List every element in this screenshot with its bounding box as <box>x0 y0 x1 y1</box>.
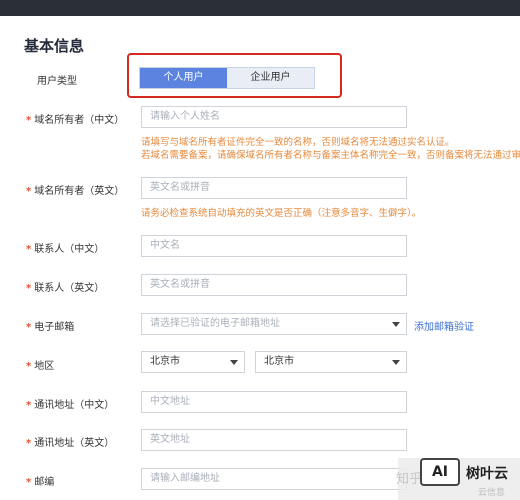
chevron-down-icon <box>230 360 238 365</box>
user-type-toggle: 个人用户 企业用户 <box>139 67 315 89</box>
contact-en-input[interactable]: 英文名或拼音 <box>141 274 407 296</box>
section-title: 基本信息 <box>24 37 85 55</box>
enterprise-user-option[interactable]: 企业用户 <box>227 68 314 88</box>
owner-cn-input[interactable]: 请输入个人姓名 <box>141 106 407 128</box>
owner-cn-hint-2: 若域名需要备案，请确保域名所有者名称与备案主体名称完全一致，否则备案将无法通过审… <box>141 150 520 161</box>
address-en-label-text: 通讯地址（英文） <box>34 438 115 449</box>
address-en-label: * 通讯地址（英文） <box>26 434 114 449</box>
required-mark: * <box>26 400 32 411</box>
address-en-input[interactable]: 英文地址 <box>141 429 407 451</box>
top-navigation-bar <box>0 0 520 16</box>
required-mark: * <box>26 244 32 255</box>
user-type-label: 用户类型 <box>37 76 77 87</box>
email-select[interactable]: 请选择已验证的电子邮箱地址 <box>141 313 407 335</box>
address-cn-label-text: 通讯地址（中文） <box>34 400 115 411</box>
city-select[interactable]: 北京市 <box>255 351 407 373</box>
contact-en-label-text: 联系人（英文） <box>34 283 105 294</box>
city-value: 北京市 <box>264 356 294 367</box>
contact-cn-label: * 联系人（中文） <box>26 240 104 255</box>
owner-en-input[interactable]: 英文名或拼音 <box>141 177 407 199</box>
email-label: * 电子邮箱 <box>26 318 74 333</box>
postcode-input[interactable]: 请输入邮编地址 <box>141 468 407 490</box>
owner-cn-label-text: 域名所有者（中文） <box>34 115 125 126</box>
contact-en-label: * 联系人（英文） <box>26 279 104 294</box>
province-value: 北京市 <box>150 356 180 367</box>
owner-cn-label: * 域名所有者（中文） <box>26 111 124 126</box>
contact-cn-input[interactable]: 中文名 <box>141 235 407 257</box>
watermark-suffix: 云信息 <box>478 488 506 498</box>
owner-en-label-text: 域名所有者（英文） <box>34 186 125 197</box>
watermark-brand: 树叶云 <box>466 466 508 482</box>
chevron-down-icon <box>392 360 400 365</box>
address-cn-label: * 通讯地址（中文） <box>26 396 114 411</box>
required-mark: * <box>26 283 32 294</box>
required-mark: * <box>26 186 32 197</box>
province-select[interactable]: 北京市 <box>141 351 245 373</box>
region-label: * 地区 <box>26 357 54 372</box>
personal-user-option[interactable]: 个人用户 <box>140 68 227 88</box>
owner-en-label: * 域名所有者（英文） <box>26 182 124 197</box>
contact-cn-label-text: 联系人（中文） <box>34 244 105 255</box>
address-cn-input[interactable]: 中文地址 <box>141 391 407 413</box>
postcode-label-text: 邮编 <box>34 477 55 488</box>
owner-en-hint: 请务必检查系统自动填充的英文是否正确（注意多音字、生僻字）。 <box>141 208 422 219</box>
email-label-text: 电子邮箱 <box>34 322 75 333</box>
postcode-label: * 邮编 <box>26 473 54 488</box>
required-mark: * <box>26 322 32 333</box>
required-mark: * <box>26 361 32 372</box>
required-mark: * <box>26 438 32 449</box>
watermark-zhihu-text: 知乎 <box>396 472 423 487</box>
add-email-verification-link[interactable]: 添加邮箱验证 <box>414 318 474 333</box>
watermark-logo: AI <box>420 458 460 486</box>
owner-cn-hint-1: 请填写与域名所有者证件完全一致的名称，否则域名将无法通过实名认证。 <box>141 137 455 148</box>
email-select-placeholder: 请选择已验证的电子邮箱地址 <box>150 318 280 329</box>
chevron-down-icon <box>392 322 400 327</box>
required-mark: * <box>26 115 32 126</box>
required-mark: * <box>26 477 32 488</box>
region-label-text: 地区 <box>34 361 55 372</box>
